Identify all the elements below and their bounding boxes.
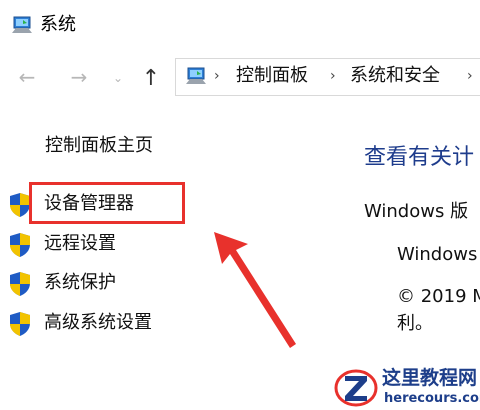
sidebar-item-system-protection[interactable]: 系统保护 bbox=[8, 268, 228, 298]
forward-button[interactable]: → bbox=[66, 62, 92, 92]
windows-edition-name: Windows bbox=[397, 244, 478, 265]
sidebar-item-label: 高级系统设置 bbox=[44, 312, 152, 333]
uac-shield-icon bbox=[10, 312, 30, 336]
breadcrumb-separator-chevron-icon[interactable]: › bbox=[467, 66, 473, 86]
back-button[interactable]: ← bbox=[14, 62, 40, 92]
control-panel-home-link[interactable]: 控制面板主页 bbox=[45, 134, 153, 158]
content-title: 查看有关计 bbox=[364, 145, 475, 170]
up-button[interactable]: ↑ bbox=[138, 62, 164, 94]
breadcrumb-separator-chevron-icon[interactable]: › bbox=[214, 66, 220, 86]
sidebar-item-advanced-system-settings[interactable]: 高级系统设置 bbox=[8, 308, 228, 338]
system-computer-icon bbox=[12, 16, 32, 33]
window-title: 系统 bbox=[40, 14, 76, 35]
windows-edition-heading: Windows 版 bbox=[364, 201, 469, 222]
copyright-text: © 2019 M bbox=[397, 286, 480, 307]
breadcrumb-control-panel[interactable]: 控制面板 bbox=[236, 64, 308, 88]
uac-shield-icon bbox=[10, 233, 30, 257]
sidebar-item-label: 系统保护 bbox=[44, 272, 116, 293]
breadcrumb-separator-chevron-icon[interactable]: › bbox=[330, 66, 336, 86]
annotation-highlight-box bbox=[29, 182, 185, 224]
sidebar-item-remote-settings[interactable]: 远程设置 bbox=[8, 229, 228, 259]
watermark-logo-icon bbox=[334, 369, 378, 407]
uac-shield-icon bbox=[10, 272, 30, 296]
control-panel-computer-icon bbox=[186, 67, 206, 84]
breadcrumb-system-and-security[interactable]: 系统和安全 bbox=[350, 64, 440, 88]
rights-text: 利。 bbox=[397, 313, 433, 334]
sidebar-item-label: 远程设置 bbox=[44, 233, 116, 254]
watermark-title: 这里教程网 bbox=[382, 367, 478, 389]
recent-locations-chevron-down-icon[interactable]: ⌄ bbox=[108, 64, 128, 92]
annotation-arrow-icon bbox=[214, 232, 296, 348]
watermark-url: herecours.com bbox=[384, 391, 480, 406]
